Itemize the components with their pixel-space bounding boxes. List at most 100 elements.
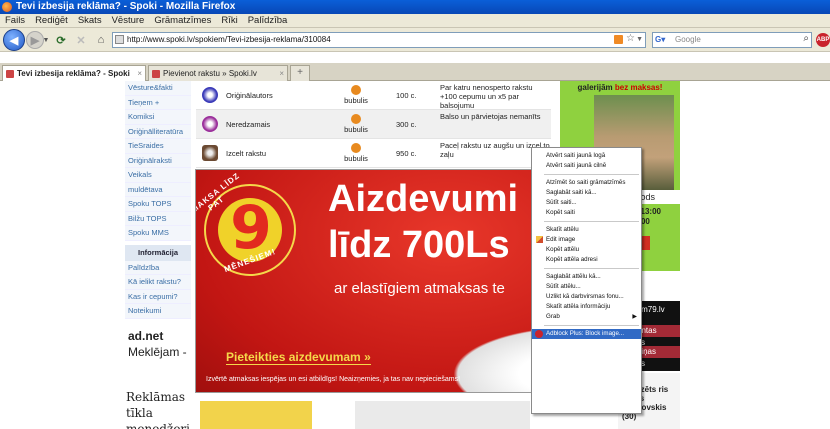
site-favicon-icon [115,35,124,44]
tab-label: Pievienot rakstu » Spoki.lv [163,69,257,78]
menu-item-open-new-window[interactable]: Atvērt saiti jaunā logā [532,151,641,161]
menu-item-edit-image[interactable]: Edit image [532,235,641,245]
url-dropdown-icon[interactable]: ▼ [636,33,643,47]
menu-item-copy-image-address[interactable]: Kopēt attēla adresi [532,255,641,265]
sidebar-item[interactable]: Veikals [125,168,191,183]
table-row: Neredzamais bubulis 300 c. Balso un pārv… [196,110,551,139]
menu-separator [544,268,639,269]
menu-tools[interactable]: Rīki [216,14,242,27]
reload-icon[interactable]: ⟳ [52,31,70,49]
menu-view[interactable]: Skats [73,14,107,27]
menu-separator [544,174,639,175]
pumpkin-icon [351,85,361,95]
home-icon[interactable]: ⌂ [92,31,110,49]
menu-item-send-image[interactable]: Sūtīt attēlu... [532,282,641,292]
row-name: Oriģinālautors [226,91,273,100]
tab-favicon-icon [152,70,160,78]
row-price: 100 c. [396,91,417,100]
menu-item-copy-link[interactable]: Kopēt saiti [532,208,641,218]
menu-help[interactable]: Palīdzība [243,14,293,27]
highlight-badge-icon [202,145,218,161]
menu-item-view-image[interactable]: Skatīt attēlu [532,225,641,235]
google-icon[interactable]: G▾ [655,35,671,45]
menu-bookmarks[interactable]: Grāmatzīmes [149,14,216,27]
row-desc: Par katru nenosperto rakstu +100 cepumu … [440,83,533,110]
sidebar-item[interactable]: Vēsture&fakti [125,81,191,96]
history-dropdown-icon[interactable]: ▼ [42,31,50,49]
menu-separator [544,221,639,222]
sidebar-info-item[interactable]: Palīdzība [125,260,191,275]
sidebar-info-item[interactable]: Kas ir cepumi? [125,289,191,304]
context-menu: Atvērt saiti jaunā logā Atvērt saiti jau… [531,147,642,414]
sidebar-item[interactable]: muldētava [125,182,191,197]
tab-pievienot[interactable]: Pievienot rakstu » Spoki.lv × [148,65,288,81]
stop-icon[interactable]: ✕ [72,31,90,49]
sidebar-item[interactable]: Bilžu TOPS [125,211,191,226]
sidebar-item[interactable]: Oriģinālraksti [125,153,191,168]
bubulis-link[interactable]: bubulis [336,85,376,105]
back-arrow-icon[interactable]: ◀ [3,29,25,51]
menu-history[interactable]: Vēsture [107,14,150,27]
menu-item-set-background[interactable]: Uzlikt kā darbvirsmas fonu... [532,292,641,302]
sidebar-item[interactable]: Spoku TOPS [125,197,191,212]
row-price: 950 c. [396,149,417,158]
navigation-toolbar: ◀ ▶ ▼ ⟳ ✕ ⌂ http://www.spoki.lv/spokiem/… [0,28,830,52]
ad-headline-1: Aizdevumi [328,178,519,220]
row-desc: Balso un pārvietojas nemanīts [440,112,541,121]
menu-item-bookmark-link[interactable]: Atzīmēt šo saiti grāmatzīmēs [532,178,641,188]
menu-item-adblock-block-image[interactable]: Adblock Plus: Block image... [532,329,641,339]
url-bar[interactable]: http://www.spoki.lv/spokiem/Tevi-izbesij… [112,32,646,48]
table-row: Oriģinālautors bubulis 100 c. Par katru … [196,81,551,110]
adblock-plus-icon [535,330,543,338]
sidebar-info-item[interactable]: Kā ielikt rakstu? [125,275,191,290]
adnet-banner[interactable]: ad.net Meklējam - [128,329,198,359]
bookmark-star-icon[interactable]: ☆ [626,32,635,46]
adnet-subtitle: Meklējam - [128,345,187,359]
bubulis-link[interactable]: bubulis [336,143,376,163]
bubulis-link[interactable]: bubulis [336,114,376,134]
left-sidebar: Vēsture&fakti Tieņem + Komiksi Oriģināll… [125,81,191,319]
adblock-plus-icon[interactable]: ABP [816,33,830,47]
search-placeholder: Google [675,35,701,44]
pumpkin-icon [351,114,361,124]
search-icon[interactable]: ⌕ [803,32,809,46]
reklamas-text: Reklāmas tīkla menedžeri [126,390,190,429]
gallery-heading: galerijām bez maksas! [577,83,663,92]
sidebar-item[interactable]: Tieņem + [125,95,191,110]
menu-item-image-info[interactable]: Skatīt attēla informāciju [532,302,641,312]
sidebar-item[interactable]: TieSraides [125,139,191,154]
menu-item-save-image[interactable]: Saglabāt attēlu kā... [532,272,641,282]
window-titlebar: Tevi izbesija reklāma? - Spoki - Mozilla… [0,0,830,14]
ad-cta-link[interactable]: Pieteikties aizdevumam » [226,350,371,365]
sidebar-item[interactable]: Spoku MMS [125,226,191,241]
menu-item-save-link[interactable]: Saglabāt saiti kā... [532,188,641,198]
submenu-arrow-icon: ▶ [632,314,637,320]
firefox-icon [2,2,12,12]
bottom-image [355,401,530,429]
menu-item-send-link[interactable]: Sūtīt saiti... [532,198,641,208]
search-bar[interactable]: G▾ Google ⌕ [652,32,812,48]
sidebar-info-item[interactable]: Noteikumi [125,304,191,319]
menu-item-open-new-tab[interactable]: Atvērt saiti jaunā cilnē [532,161,641,171]
invisible-badge-icon [202,116,218,132]
close-icon[interactable]: × [279,66,284,81]
sidebar-item[interactable]: Komiksi [125,110,191,125]
menu-item-copy-image[interactable]: Kopēt attēlu [532,245,641,255]
row-name: Izcelt rakstu [226,149,267,158]
sidebar-item[interactable]: Oriģinālliteratūra [125,124,191,139]
menu-item-grab[interactable]: Grab ▶ [532,312,641,322]
menu-edit[interactable]: Rediģēt [30,14,73,27]
page-content: Vēsture&fakti Tieņem + Komiksi Oriģināll… [0,81,830,429]
pumpkin-icon [351,143,361,153]
upgrades-table: Oriģinālautors bubulis 100 c. Par katru … [196,81,551,168]
tab-spoki[interactable]: Tevi izbesija reklāma? - Spoki × [2,65,146,81]
close-icon[interactable]: × [137,66,142,81]
menu-file[interactable]: Fails [0,14,30,27]
new-tab-plus-icon[interactable]: + [290,65,310,81]
yellow-banner[interactable] [200,401,312,429]
sidebar-section-title: Informācija [125,244,191,261]
row-name: Neredzamais [226,120,271,129]
menu-separator [544,325,639,326]
ad-subline: ar elastīgiem atmaksas te [334,280,505,297]
rss-icon[interactable] [614,35,623,44]
